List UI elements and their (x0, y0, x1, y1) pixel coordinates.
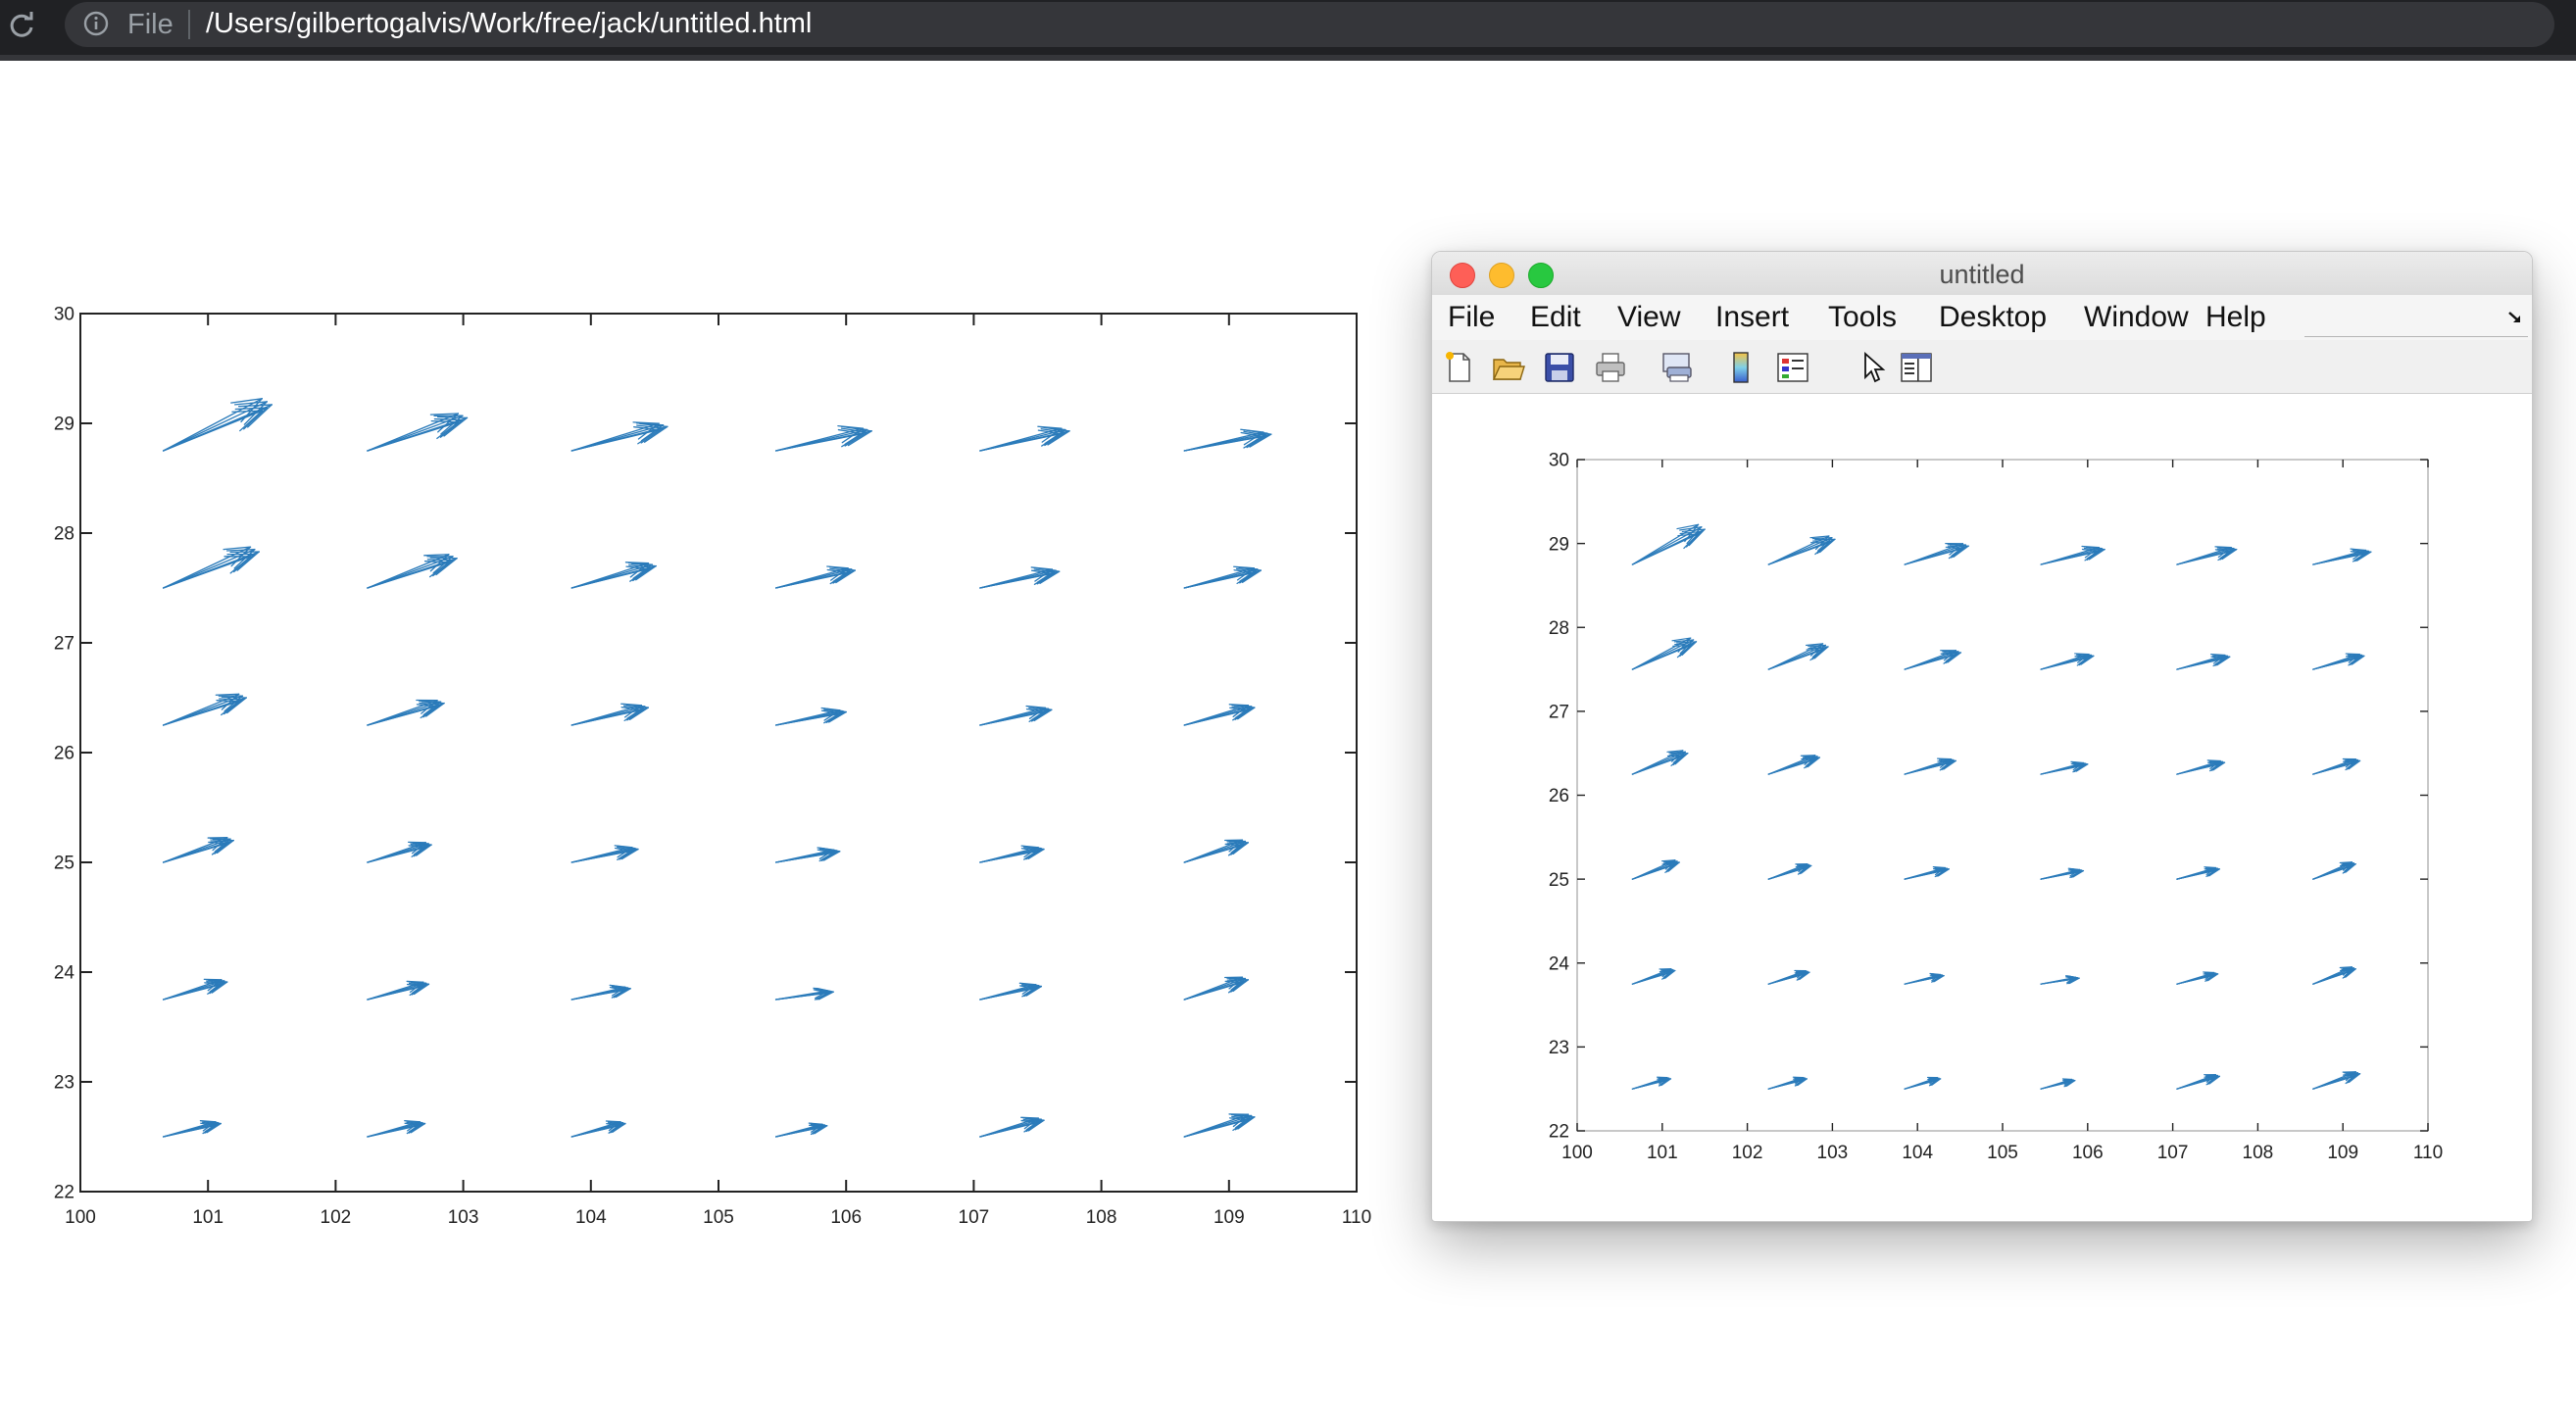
x-tick-label: 104 (1902, 1143, 1933, 1163)
x-tick-label: 110 (2413, 1143, 2443, 1163)
address-separator (188, 10, 190, 39)
menu-desktop[interactable]: Desktop (1939, 301, 2047, 334)
x-tick-label: 108 (2243, 1143, 2274, 1163)
axes-frame (79, 313, 1358, 1193)
x-tick-label: 102 (321, 1207, 352, 1225)
x-tick-label: 104 (575, 1207, 607, 1225)
menu-divider (2304, 336, 2528, 337)
left-quiver-plot: 100 101 102 103 104 105 106 107 108 109 110 22 23 24 2… (54, 305, 1371, 1225)
y-tick-label: 28 (1549, 618, 1569, 639)
y-tick-label: 22 (54, 1183, 74, 1203)
y-tick-label: 25 (1549, 870, 1569, 891)
property-editor-icon[interactable] (1899, 350, 1934, 385)
y-tick-label: 27 (54, 634, 74, 655)
dock-arrow-icon[interactable] (2506, 309, 2524, 326)
menu-insert[interactable]: Insert (1715, 301, 1789, 334)
y-tick-label: 24 (1549, 953, 1570, 974)
y-tick-label: 29 (54, 415, 74, 435)
x-tick-label: 108 (1086, 1207, 1117, 1225)
menu-view[interactable]: View (1617, 301, 1680, 334)
save-icon[interactable] (1542, 350, 1577, 385)
window-title-bar[interactable]: untitled (1432, 252, 2532, 296)
menu-file[interactable]: File (1448, 301, 1495, 334)
axes-frame (1576, 459, 2429, 1132)
figure-window[interactable]: untitled File Edit View Insert Tools Des… (1431, 251, 2533, 1222)
browser-toolbar: File /Users/gilbertogalvis/Work/free/jac… (0, 0, 2576, 61)
reload-icon[interactable] (6, 10, 37, 41)
menu-help[interactable]: Help (2205, 301, 2266, 334)
x-tick-label: 101 (192, 1207, 223, 1225)
menu-window[interactable]: Window (2084, 301, 2189, 334)
menu-bar: File Edit View Insert Tools Desktop Wind… (1432, 295, 2532, 340)
open-file-icon[interactable] (1491, 350, 1526, 385)
select-pointer-icon[interactable] (1856, 350, 1891, 385)
x-tick-label: 106 (830, 1207, 862, 1225)
y-tick-label: 24 (54, 963, 75, 984)
x-tick-label: 105 (703, 1207, 734, 1225)
x-tick-label: 109 (1214, 1207, 1245, 1225)
y-tick-label: 30 (54, 305, 74, 325)
browser-toolbar-edge (0, 55, 2576, 61)
x-tick-label: 103 (1817, 1143, 1849, 1163)
x-tick-label: 107 (959, 1207, 990, 1225)
x-tick-label: 107 (2157, 1143, 2189, 1163)
window-quiver-plot: 100 101 102 103 104 105 106 107 108 109 110 22 23 24 2… (1549, 451, 2443, 1163)
menu-edit[interactable]: Edit (1530, 301, 1581, 334)
x-tick-label: 103 (448, 1207, 479, 1225)
y-tick-label: 26 (1549, 786, 1569, 806)
x-tick-label: 101 (1647, 1143, 1678, 1163)
y-tick-label: 29 (1549, 534, 1569, 555)
x-tick-label: 100 (65, 1207, 96, 1225)
colorbar-icon[interactable] (1724, 350, 1759, 385)
print-preview-icon[interactable] (1660, 350, 1695, 385)
x-tick-label: 105 (1987, 1143, 2018, 1163)
x-tick-label: 110 (1342, 1207, 1371, 1225)
x-tick-label: 100 (1561, 1143, 1593, 1163)
y-tick-label: 30 (1549, 451, 1569, 471)
new-figure-icon[interactable] (1442, 350, 1477, 385)
window-title: untitled (1939, 260, 2025, 289)
y-tick-label: 23 (54, 1073, 74, 1094)
y-tick-label: 26 (54, 744, 74, 764)
x-tick-label: 109 (2327, 1143, 2358, 1163)
figure-toolbar (1432, 340, 2532, 394)
print-icon[interactable] (1593, 350, 1628, 385)
x-tick-label: 102 (1732, 1143, 1763, 1163)
legend-icon[interactable] (1775, 350, 1810, 385)
y-tick-label: 28 (54, 524, 74, 545)
y-tick-label: 22 (1549, 1122, 1569, 1143)
url-scheme-label: File (127, 9, 173, 40)
y-tick-label: 25 (54, 854, 74, 874)
y-tick-label: 27 (1549, 703, 1569, 723)
url-text[interactable]: /Users/gilbertogalvis/Work/free/jack/unt… (206, 8, 812, 40)
x-tick-label: 106 (2072, 1143, 2104, 1163)
info-icon[interactable] (82, 10, 110, 37)
y-tick-label: 23 (1549, 1038, 1569, 1058)
menu-tools[interactable]: Tools (1828, 301, 1897, 334)
